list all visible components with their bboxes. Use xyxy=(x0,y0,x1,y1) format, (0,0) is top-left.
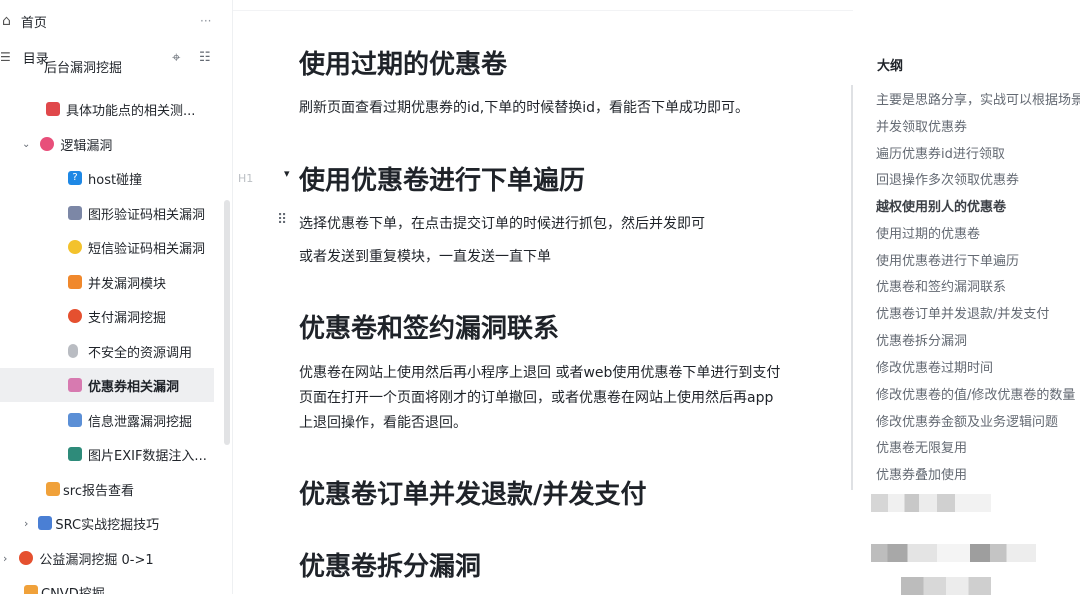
heading-expired-coupon: 使用过期的优惠卷 xyxy=(299,50,508,80)
document-body: 使用过期的优惠卷 刷新页面查看过期优惠券的id,下单的时候替换id，看能否下单成… xyxy=(233,0,853,594)
outline-item[interactable]: 回退操作多次领取优惠券 xyxy=(876,169,1019,188)
sidebar-item-public-bugs[interactable]: › 公益漏洞挖掘 0->1 xyxy=(0,541,232,575)
sidebar-item-label: 公益漏洞挖掘 0->1 xyxy=(39,552,154,568)
sidebar-item-concurrency[interactable]: 并发漏洞模块 xyxy=(0,265,232,299)
outline-track xyxy=(851,85,853,490)
sidebar: ⌂ 首页 ··· ☰ 目录 ⌖ ☷ 后台漏洞挖掘 具体功能点的相关测... ⌄ … xyxy=(0,0,233,594)
collapse-triangle-icon[interactable]: ▾ xyxy=(284,167,290,180)
heading-contract-link: 优惠卷和签约漏洞联系 xyxy=(299,314,560,344)
collision-icon xyxy=(68,309,82,323)
book-icon xyxy=(68,413,82,427)
sidebar-item-label: 图形验证码相关漏洞 xyxy=(88,207,206,223)
outline-item[interactable]: 修改优惠卷的值/修改优惠卷的数量 xyxy=(876,384,1075,403)
chevron-down-icon[interactable]: ⌄ xyxy=(22,139,30,150)
sidebar-item-cnvd[interactable]: CNVD挖掘 xyxy=(0,575,232,594)
sidebar-home[interactable]: ⌂ 首页 ··· xyxy=(0,4,232,38)
home-label: 首页 xyxy=(20,15,47,31)
outline-item[interactable]: 优惠卷和签约漏洞联系 xyxy=(876,276,1006,295)
sidebar-item-src-report[interactable]: src报告查看 xyxy=(0,472,232,506)
outline-item[interactable]: 优惠卷拆分漏洞 xyxy=(876,330,967,349)
sidebar-item-label: 优惠券相关漏洞 xyxy=(88,379,180,395)
outline-title: 大纲 xyxy=(877,59,904,74)
sidebar-item-backend[interactable]: 后台漏洞挖掘 xyxy=(0,60,232,90)
book-open-icon xyxy=(68,447,82,461)
more-icon[interactable]: ··· xyxy=(200,14,211,28)
heading-concurrent-refund: 优惠卷订单并发退款/并发支付 xyxy=(299,480,647,510)
heading-order-traversal: 使用优惠卷进行下单遍历 xyxy=(299,166,586,196)
outline-item[interactable]: 使用优惠卷进行下单遍历 xyxy=(876,250,1019,269)
pizza-icon xyxy=(24,585,38,594)
heading-split-coupon: 优惠卷拆分漏洞 xyxy=(299,552,482,582)
paragraph: 选择优惠卷下单，在点击提交订单的时候进行抓包，然后并发即可 xyxy=(299,216,705,232)
outline-item[interactable]: 遍历优惠券id进行领取 xyxy=(876,143,1005,162)
outline-item[interactable]: 修改优惠券金额及业务逻辑问题 xyxy=(876,411,1058,430)
sidebar-item-payment[interactable]: 支付漏洞挖掘 xyxy=(0,299,232,333)
outline-item[interactable]: 主要是思路分享，实战可以根据场景 xyxy=(876,89,1080,108)
outline-item[interactable]: 使用过期的优惠卷 xyxy=(876,223,980,242)
question-icon: ? xyxy=(68,171,82,185)
pizza-icon xyxy=(46,482,60,496)
paragraph: 上退回操作，看能否退回。 xyxy=(299,415,467,431)
outline-item[interactable]: 优惠卷订单并发退款/并发支付 xyxy=(876,303,1049,322)
books-icon xyxy=(38,516,53,530)
sidebar-item-label: src报告查看 xyxy=(63,483,134,499)
paragraph: 页面在打开一个页面将刚才的订单撤回，或者优惠卷在网站上使用然后再app xyxy=(299,390,774,406)
sidebar-item-label: 信息泄露漏洞挖掘 xyxy=(88,414,193,430)
outline-item[interactable]: 修改优惠卷过期时间 xyxy=(876,357,993,376)
sidebar-item-function-tests[interactable]: 具体功能点的相关测... xyxy=(0,92,232,126)
sidebar-item-label: 短信验证码相关漏洞 xyxy=(88,241,206,257)
outline-item[interactable]: 优惠券叠加使用 xyxy=(876,464,967,483)
no-entry-icon xyxy=(68,275,82,289)
heart-icon xyxy=(40,137,55,151)
sidebar-item-label: SRC实战挖掘技巧 xyxy=(55,517,160,533)
sidebar-item-info-leak[interactable]: 信息泄露漏洞挖掘 xyxy=(0,403,232,437)
sidebar-item-exif[interactable]: 图片EXIF数据注入... xyxy=(0,437,232,471)
chevron-right-icon[interactable]: › xyxy=(3,552,7,565)
ticket-icon xyxy=(68,378,82,392)
blurred-watermark xyxy=(901,577,991,595)
outline-item[interactable]: 越权使用别人的优惠卷 xyxy=(876,196,1006,215)
collision-icon xyxy=(19,551,34,565)
sidebar-item-coupon[interactable]: 优惠券相关漏洞 xyxy=(0,368,214,402)
blurred-watermark xyxy=(871,494,991,512)
sidebar-item-host-collision[interactable]: ? host碰撞 xyxy=(0,161,232,195)
sidebar-item-label: 逻辑漏洞 xyxy=(60,138,113,154)
outline-item[interactable]: 优惠卷无限复用 xyxy=(876,437,967,456)
paragraph: 刷新页面查看过期优惠券的id,下单的时候替换id，看能否下单成功即可。 xyxy=(299,100,750,116)
drag-handle-icon[interactable]: ⠿ xyxy=(277,212,287,228)
paragraph: 优惠卷在网站上使用然后再小程序上退回 或者web使用优惠卷下单进行到支付 xyxy=(299,365,781,381)
sidebar-item-label: 支付漏洞挖掘 xyxy=(88,310,167,326)
sidebar-item-label: 具体功能点的相关测... xyxy=(66,103,196,119)
sidebar-item-label: 并发漏洞模块 xyxy=(88,276,167,292)
top-bar xyxy=(233,0,853,11)
sidebar-item-label: host碰撞 xyxy=(88,172,143,188)
outline-panel: 大纲 主要是思路分享，实战可以根据场景 并发领取优惠券 遍历优惠券id进行领取 … xyxy=(851,0,1080,595)
paragraph: 或者发送到重复模块，一直发送一直下单 xyxy=(299,249,551,265)
outline-item[interactable]: 并发领取优惠券 xyxy=(876,116,967,135)
blurred-watermark xyxy=(871,544,1036,562)
chevron-right-icon[interactable]: › xyxy=(24,517,28,530)
sidebar-item-captcha[interactable]: 图形验证码相关漏洞 xyxy=(0,196,232,230)
sidebar-item-label: CNVD挖掘 xyxy=(41,586,105,595)
mouse-icon xyxy=(68,344,78,358)
heading-level-marker: H1 xyxy=(238,172,254,185)
sidebar-item-label: 后台漏洞挖掘 xyxy=(44,60,123,76)
sidebar-item-sms[interactable]: 短信验证码相关漏洞 xyxy=(0,230,232,264)
sidebar-item-label: 不安全的资源调用 xyxy=(88,345,193,361)
sidebar-scrollbar[interactable] xyxy=(224,200,230,445)
sidebar-item-resource[interactable]: 不安全的资源调用 xyxy=(0,334,232,368)
home-icon: ⌂ xyxy=(2,13,11,29)
ogre-icon xyxy=(46,102,60,116)
sidebar-item-label: 图片EXIF数据注入... xyxy=(88,448,207,464)
sidebar-item-src-tips[interactable]: › SRC实战挖掘技巧 xyxy=(0,506,232,540)
sidebar-item-logic-bugs[interactable]: ⌄ 逻辑漏洞 xyxy=(0,127,232,161)
robot-icon xyxy=(68,206,82,220)
sparkles-icon xyxy=(68,240,82,254)
